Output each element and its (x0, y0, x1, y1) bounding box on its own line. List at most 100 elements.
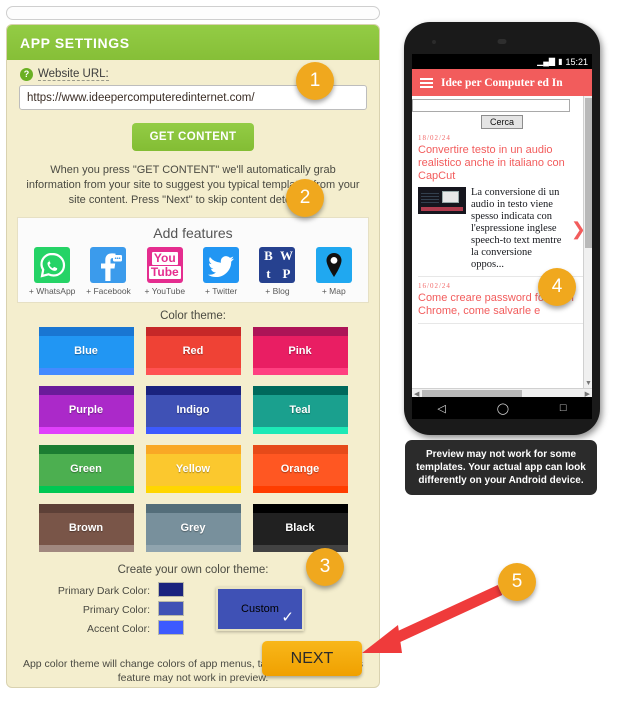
list-item[interactable]: 18/02/24 Convertire testo in un audio re… (418, 134, 586, 277)
swatch-label: Grey (180, 522, 206, 534)
color-swatch-grey[interactable]: Grey (145, 504, 241, 552)
color-swatch-green[interactable]: Green (38, 445, 134, 493)
feature-item-whatsapp[interactable]: + WhatsApp (24, 247, 80, 296)
swatch-label: Green (70, 463, 102, 475)
annotation-badge-3: 3 (306, 548, 344, 586)
custom-color-pickers (158, 582, 184, 635)
feature-label: + WhatsApp (28, 286, 76, 296)
twitter-icon (203, 247, 240, 283)
scrollbar-thumb[interactable] (585, 98, 592, 248)
post-date: 18/02/24 (418, 134, 451, 142)
scroll-down-icon[interactable]: ▼ (585, 380, 592, 387)
home-circle-icon[interactable]: ◯ (497, 402, 509, 415)
annotation-badge-4: 4 (538, 268, 576, 306)
swatch-label: Black (285, 522, 315, 534)
progress-bar (6, 6, 380, 20)
swatch-label: Purple (68, 404, 104, 416)
post-thumbnail (418, 187, 466, 214)
facebook-icon (90, 247, 127, 283)
color-swatch-pink[interactable]: Pink (252, 327, 348, 375)
app-bar: Idee per Computer ed In (412, 69, 592, 96)
phone-preview: ▁▄▇ ▮ 15:21 Idee per Computer ed In Cerc… (404, 22, 600, 435)
status-bar: ▁▄▇ ▮ 15:21 (412, 54, 592, 69)
feature-item-facebook[interactable]: + Facebook (80, 247, 136, 296)
hamburger-icon[interactable] (420, 77, 433, 88)
phone-search-button[interactable]: Cerca (480, 115, 523, 129)
swatch-label: Custom (241, 603, 279, 615)
primary-dark-color-picker[interactable] (158, 582, 184, 597)
phone-screen: ▁▄▇ ▮ 15:21 Idee per Computer ed In Cerc… (412, 54, 592, 397)
blog-letter-p: P (282, 266, 291, 281)
swatch-label: Brown (68, 522, 104, 534)
accent-color-label: Accent Color: (86, 623, 150, 635)
youtube-text-tube: Tube (148, 264, 181, 279)
swatch-label: Orange (280, 463, 320, 475)
color-swatch-purple[interactable]: Purple (38, 386, 134, 434)
map-pin-icon (315, 247, 352, 283)
color-swatch-custom[interactable]: Custom ✓ (216, 587, 304, 631)
scroll-right-icon[interactable]: ▶ (585, 390, 590, 397)
feature-item-twitter[interactable]: + Twitter (193, 247, 249, 296)
primary-dark-label: Primary Dark Color: (57, 585, 150, 597)
swatch-label: Teal (289, 404, 311, 416)
question-mark-icon[interactable]: ? (20, 68, 33, 81)
recents-square-icon[interactable]: □ (560, 402, 567, 414)
add-features-title: Add features (153, 225, 233, 241)
color-theme-label: Color theme: (160, 310, 226, 322)
primary-color-label: Primary Color: (82, 604, 150, 616)
back-triangle-icon[interactable]: ◁ (437, 402, 445, 415)
color-swatch-orange[interactable]: Orange (252, 445, 348, 493)
feature-label: + Twitter (205, 286, 238, 296)
status-time: 15:21 (565, 56, 588, 67)
get-content-button[interactable]: GET CONTENT (131, 123, 255, 151)
feature-label: + Blog (265, 286, 290, 296)
feature-item-youtube[interactable]: You Tube + YouTube (137, 247, 193, 296)
app-settings-panel: APP SETTINGS ? Website URL: GET CONTENT … (0, 0, 386, 694)
vertical-scrollbar[interactable]: ▲ ▼ (583, 96, 592, 388)
color-swatch-blue[interactable]: Blue (38, 327, 134, 375)
scroll-left-icon[interactable]: ◀ (414, 390, 419, 397)
post-excerpt: La conversione di un audio in testo vien… (471, 187, 562, 270)
youtube-icon: You Tube (146, 247, 183, 283)
page-title: APP SETTINGS (20, 34, 130, 51)
custom-color-labels: Primary Dark Color: Primary Color: Accen… (55, 582, 150, 639)
blog-letter-b: B (264, 248, 273, 263)
phone-camera (432, 40, 436, 44)
color-theme-grid: Blue Red Pink Purple Indigo Teal Green Y… (7, 327, 379, 552)
color-swatch-black[interactable]: Black (252, 504, 348, 552)
phone-search-input[interactable] (412, 99, 570, 112)
website-url-label: Website URL: (38, 68, 109, 81)
horizontal-scrollbar[interactable]: ◀ ▶ (412, 388, 592, 397)
battery-icon: ▮ (558, 56, 563, 66)
blog-letter-w: W (279, 248, 293, 263)
annotation-badge-2: 2 (286, 179, 324, 217)
swatch-label: Indigo (176, 404, 210, 416)
feature-list: + WhatsApp + Facebook You Tube + YouTube (18, 247, 368, 296)
app-bar-title: Idee per Computer ed In (441, 76, 563, 89)
primary-color-picker[interactable] (158, 601, 184, 616)
feature-label: + YouTube (144, 286, 186, 296)
feature-item-map[interactable]: + Map (306, 247, 362, 296)
scrollbar-thumb[interactable] (422, 390, 522, 397)
post-title[interactable]: Convertire testo in un audio realistico … (418, 144, 586, 183)
phone-search-row: Cerca (412, 96, 592, 129)
color-swatch-red[interactable]: Red (145, 327, 241, 375)
blog-letter-t: t (266, 266, 271, 281)
whatsapp-icon (34, 247, 71, 283)
color-swatch-teal[interactable]: Teal (252, 386, 348, 434)
swatch-label: Pink (288, 345, 312, 357)
swatch-label: Red (182, 345, 204, 357)
blog-icon: B W t P (259, 247, 296, 283)
panel-header: APP SETTINGS (7, 25, 379, 60)
color-swatch-yellow[interactable]: Yellow (145, 445, 241, 493)
feature-item-blog[interactable]: B W t P + Blog (249, 247, 305, 296)
arrow-pointing-to-next-button (362, 585, 503, 653)
custom-theme-row: Primary Dark Color: Primary Color: Accen… (7, 582, 379, 639)
preview-disclaimer: Preview may not work for some templates.… (405, 440, 597, 495)
post-body-row: La conversione di un audio in testo vien… (418, 187, 586, 271)
accent-color-picker[interactable] (158, 620, 184, 635)
feature-label: + Map (321, 286, 346, 296)
custom-swatch-wrap: Custom ✓ (216, 587, 304, 631)
color-swatch-indigo[interactable]: Indigo (145, 386, 241, 434)
color-swatch-brown[interactable]: Brown (38, 504, 134, 552)
